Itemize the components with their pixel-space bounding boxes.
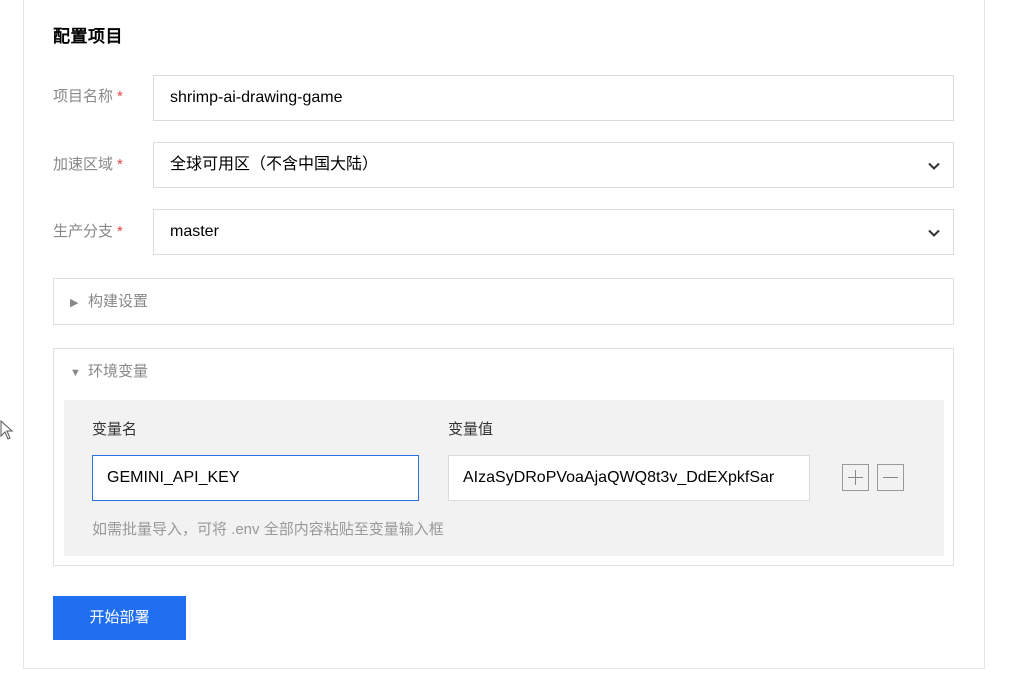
chevron-down-icon	[928, 229, 940, 237]
build-settings-panel: ▶ 构建设置	[53, 278, 954, 325]
var-name-value: GEMINI_API_KEY	[107, 469, 240, 486]
mouse-cursor-icon	[0, 420, 14, 440]
branch-select[interactable]: master	[153, 209, 954, 255]
required-mark: *	[117, 88, 123, 105]
chevron-down-icon	[928, 162, 940, 170]
branch-label: 生产分支 *	[53, 222, 123, 242]
region-label-text: 加速区域	[53, 156, 114, 173]
var-name-header: 变量名	[92, 421, 138, 438]
region-label: 加速区域 *	[53, 155, 123, 175]
triangle-right-icon: ▶	[70, 297, 79, 309]
add-var-button[interactable]	[842, 464, 869, 491]
project-name-label: 项目名称 *	[53, 87, 123, 107]
region-select[interactable]: 全球可用区（不含中国大陆）	[153, 142, 954, 188]
var-name-input[interactable]: GEMINI_API_KEY	[92, 455, 419, 501]
env-vars-label: 环境变量	[88, 363, 149, 380]
project-name-label-text: 项目名称	[53, 88, 114, 105]
env-vars-panel: ▼ 环境变量 变量名 变量值 GEMINI_API_KEY AIzaSyDRoPV…	[53, 348, 954, 566]
env-import-hint: 如需批量导入，可将 .env 全部内容粘贴至变量输入框	[92, 521, 444, 538]
project-name-input[interactable]: shrimp-ai-drawing-game	[153, 75, 954, 121]
plus-square-icon-stem	[855, 470, 856, 485]
triangle-down-icon: ▼	[70, 367, 81, 379]
var-value-input[interactable]: AIzaSyDRoPVoaAjaQWQ8t3v_DdEXpkfSar	[448, 455, 810, 501]
build-settings-label: 构建设置	[88, 293, 149, 310]
var-value-value: AIzaSyDRoPVoaAjaQWQ8t3v_DdEXpkfSar	[463, 469, 775, 486]
env-vars-body: 变量名 变量值 GEMINI_API_KEY AIzaSyDRoPVoaAjaQ…	[64, 400, 944, 556]
section-title: 配置项目	[53, 27, 123, 46]
env-vars-header[interactable]: ▼ 环境变量	[54, 349, 953, 395]
project-name-value: shrimp-ai-drawing-game	[170, 89, 343, 106]
region-value: 全球可用区（不含中国大陆）	[170, 156, 379, 173]
var-value-header: 变量值	[448, 421, 494, 438]
deploy-button[interactable]: 开始部署	[53, 596, 186, 640]
build-settings-header[interactable]: ▶ 构建设置	[54, 279, 953, 325]
required-mark: *	[117, 156, 123, 173]
minus-square-icon	[883, 477, 898, 478]
branch-value: master	[170, 223, 219, 240]
branch-label-text: 生产分支	[53, 223, 114, 240]
required-mark: *	[117, 223, 123, 240]
remove-var-button[interactable]	[877, 464, 904, 491]
